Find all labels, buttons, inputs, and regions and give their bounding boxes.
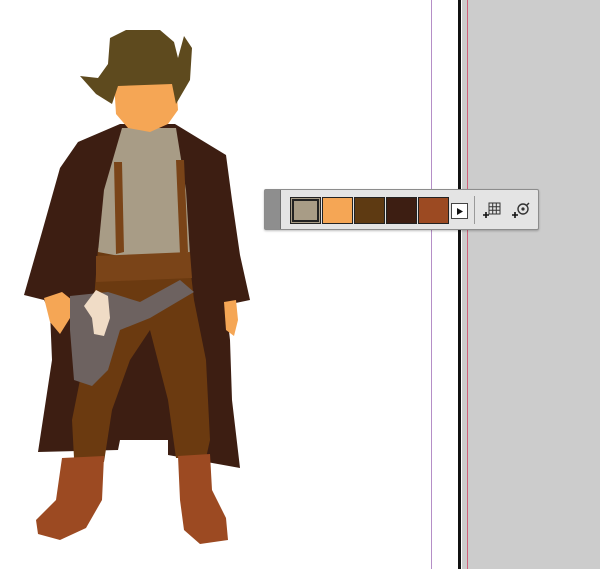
swatch-4[interactable] [386,197,417,224]
belt-shape [96,252,192,282]
panel-divider [474,196,475,224]
right-boot-shape [178,454,228,544]
swatch-5[interactable] [418,197,449,224]
color-group-icon [512,202,530,218]
add-to-swatches-button[interactable] [481,200,503,221]
left-boot-shape [36,456,104,540]
play-triangle-icon [457,207,463,215]
more-swatches-button[interactable] [451,203,468,219]
swatch-2[interactable] [322,197,353,224]
cowboy-figure-icon[interactable] [0,0,600,569]
add-to-swatches-icon [483,202,501,218]
swatch-strip [290,197,450,224]
color-group-button[interactable] [510,200,532,221]
color-swatches-panel[interactable] [264,189,539,230]
panel-grip-handle[interactable] [265,190,281,229]
swatch-1[interactable] [290,197,321,224]
swatch-3[interactable] [354,197,385,224]
